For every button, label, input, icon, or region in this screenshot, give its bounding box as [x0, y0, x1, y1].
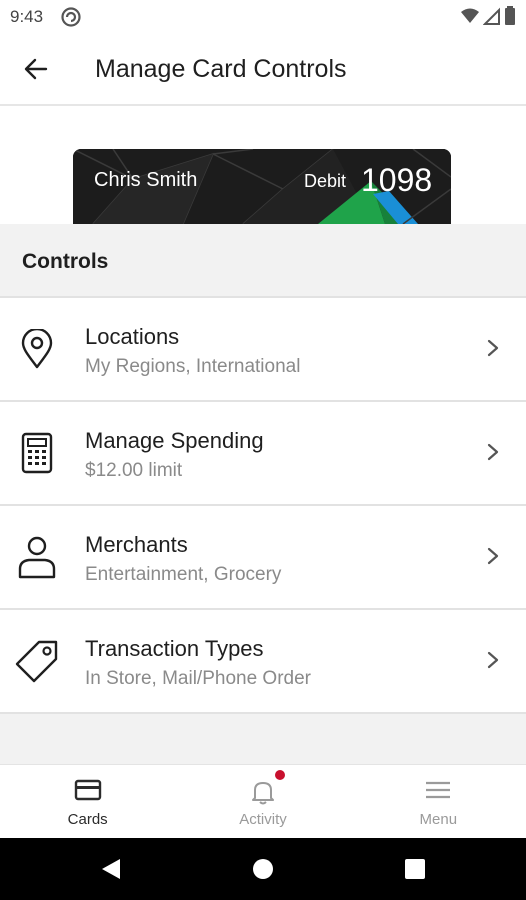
- control-sublabel: $12.00 limit: [85, 460, 183, 481]
- control-item-transaction-types[interactable]: Transaction Types In Store, Mail/Phone O…: [0, 610, 526, 714]
- status-time: 9:43: [10, 7, 44, 26]
- chevron-right-icon: [486, 338, 500, 363]
- bottom-navigation: Cards Activity Menu: [0, 764, 526, 839]
- control-item-manage-spending[interactable]: Manage Spending $12.00 limit: [0, 402, 526, 506]
- bell-icon: [251, 779, 275, 810]
- battery-icon: [505, 6, 515, 25]
- card-last-four: 1098: [361, 162, 433, 198]
- system-recents-button[interactable]: [404, 857, 426, 886]
- app-bar: Manage Card Controls: [0, 34, 526, 106]
- card-type: Debit: [304, 171, 347, 191]
- system-back-button[interactable]: [100, 857, 122, 886]
- signal-icon: [483, 7, 500, 25]
- circle-home-icon: [253, 859, 273, 879]
- nav-tab-menu[interactable]: Menu: [351, 765, 526, 839]
- status-bar: 9:43: [0, 0, 526, 34]
- controls-section-header: Controls: [0, 224, 526, 298]
- square-recents-icon: [405, 859, 425, 879]
- nav-label: Cards: [67, 811, 108, 828]
- control-item-locations[interactable]: Locations My Regions, International: [0, 298, 526, 402]
- chevron-right-icon: [486, 650, 500, 675]
- nav-tab-activity[interactable]: Activity: [175, 765, 350, 839]
- control-list: Locations My Regions, International Mana…: [0, 298, 526, 714]
- controls-title: Controls: [22, 250, 109, 273]
- card-preview-area: Chris Smith Debit 1098: [0, 106, 526, 224]
- control-label: Merchants: [85, 532, 188, 557]
- chevron-right-icon: [486, 442, 500, 467]
- control-label: Locations: [85, 324, 180, 349]
- wifi-icon: [461, 8, 479, 23]
- status-icons: [460, 6, 516, 26]
- control-label: Manage Spending: [85, 428, 264, 453]
- control-sublabel: In Store, Mail/Phone Order: [85, 668, 311, 689]
- nav-label: Activity: [239, 811, 287, 828]
- notification-dot: [275, 770, 286, 780]
- hamburger-menu-icon: [425, 779, 451, 806]
- calculator-icon: [14, 430, 60, 476]
- debit-card-image[interactable]: Chris Smith Debit 1098: [73, 149, 451, 224]
- notification-app-icon: [60, 6, 82, 33]
- control-sublabel: My Regions, International: [85, 356, 301, 377]
- system-home-button[interactable]: [252, 857, 274, 886]
- nav-label: Menu: [419, 811, 458, 828]
- page-title: Manage Card Controls: [95, 55, 347, 83]
- person-icon: [14, 534, 60, 580]
- location-pin-icon: [14, 326, 60, 372]
- nav-tab-cards[interactable]: Cards: [0, 765, 175, 839]
- control-label: Transaction Types: [85, 636, 264, 661]
- back-arrow-icon: [24, 58, 48, 80]
- control-sublabel: Entertainment, Grocery: [85, 564, 282, 585]
- triangle-back-icon: [102, 859, 120, 879]
- chevron-right-icon: [486, 546, 500, 571]
- tag-icon: [14, 638, 60, 684]
- control-item-merchants[interactable]: Merchants Entertainment, Grocery: [0, 506, 526, 610]
- card-icon: [74, 779, 102, 806]
- back-button[interactable]: [16, 49, 56, 89]
- system-navigation-bar: [0, 838, 526, 900]
- card-holder-name: Chris Smith: [94, 169, 198, 191]
